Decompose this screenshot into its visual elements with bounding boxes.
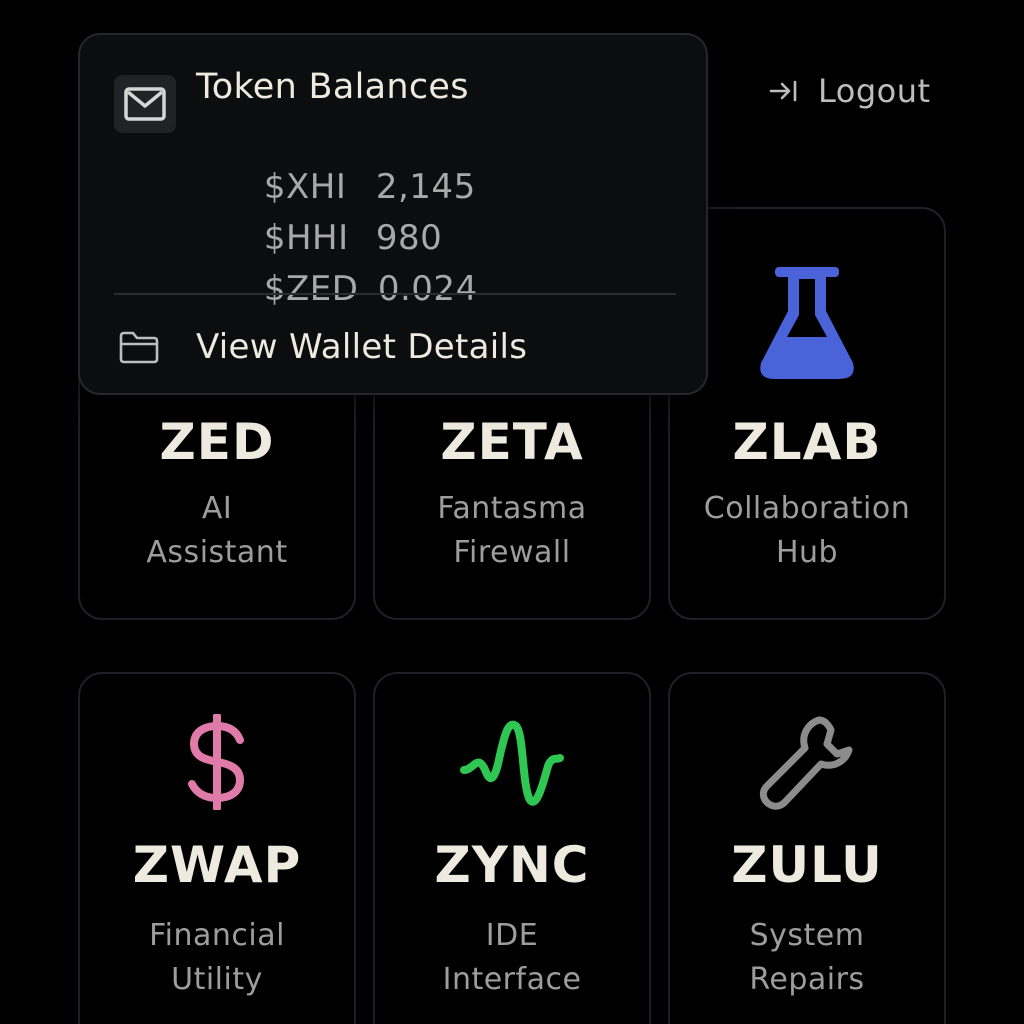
popover-divider	[114, 293, 676, 295]
app-description: IDE Interface	[375, 914, 649, 1002]
app-tile-zlab[interactable]: ZLAB Collaboration Hub	[668, 207, 946, 620]
token-symbol: $ZED	[263, 269, 359, 309]
app-description: Collaboration Hub	[670, 487, 944, 575]
app-description-line: Collaboration	[703, 491, 911, 526]
app-name: ZYNC	[434, 836, 590, 894]
app-tile-zwap[interactable]: ZWAP Financial Utility	[78, 672, 356, 1024]
flask-icon	[670, 265, 944, 381]
app-description-line: Interface	[442, 962, 582, 997]
app-description: AI Assistant	[80, 487, 354, 575]
app-tile-zulu[interactable]: ZULU System Repairs	[668, 672, 946, 1024]
app-description-line: Firewall	[453, 535, 571, 570]
view-wallet-details-label: View Wallet Details	[196, 327, 528, 367]
pulse-wave-icon	[375, 716, 649, 810]
token-balances-popover: Token Balances $XHI 2,145 $HHI 980 $ZED 0.0…	[78, 33, 708, 395]
dollar-icon	[80, 714, 354, 810]
app-name: ZETA	[440, 413, 584, 471]
app-description-line: System	[749, 918, 865, 953]
app-description-line: Hub	[775, 535, 839, 570]
folder-icon	[118, 329, 162, 365]
logout-button[interactable]: Logout	[768, 68, 931, 114]
app-name: ZULU	[731, 836, 883, 894]
popover-title: Token Balances	[196, 67, 469, 107]
app-description: Financial Utility	[80, 914, 354, 1002]
app-description-line: Utility	[171, 962, 263, 997]
app-description-line: Repairs	[749, 962, 865, 997]
app-name: ZLAB	[732, 413, 882, 471]
app-description-line: Financial	[149, 918, 285, 953]
logout-label: Logout	[818, 72, 931, 110]
view-wallet-details-link[interactable]: View Wallet Details	[118, 319, 638, 375]
mail-icon	[114, 75, 176, 133]
app-description: Fantasma Firewall	[375, 487, 649, 575]
app-description: System Repairs	[670, 914, 944, 1002]
app-name: ZWAP	[132, 836, 302, 894]
app-description-line: IDE	[485, 918, 539, 953]
logout-arrow-icon	[768, 78, 798, 104]
app-launcher: Logout ZED AI Assistant ZETA Fantasma Fi…	[0, 0, 1024, 1024]
app-tile-zync[interactable]: ZYNC IDE Interface	[373, 672, 651, 1024]
wrench-icon	[670, 714, 944, 810]
app-description-line: AI	[201, 491, 233, 526]
app-description-line: Fantasma	[437, 491, 587, 526]
app-description-line: Assistant	[146, 535, 288, 570]
app-name: ZED	[159, 413, 275, 471]
token-amount: 0.024	[377, 269, 478, 309]
